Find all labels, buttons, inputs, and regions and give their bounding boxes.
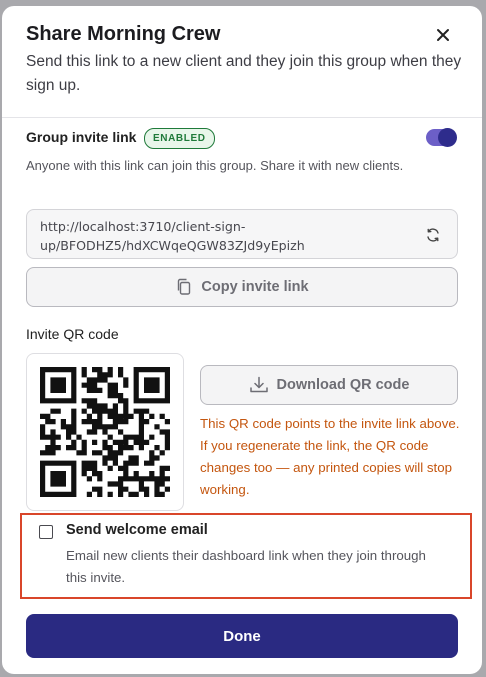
share-dialog: Share Morning Crew Send this link to a n… (2, 6, 482, 674)
toggle-knob (438, 128, 457, 147)
download-qr-code-label: Download QR code (276, 377, 410, 393)
dialog-header: Share Morning Crew Send this link to a n… (2, 6, 482, 117)
status-badge: ENABLED (144, 128, 215, 149)
header-divider (2, 117, 482, 118)
invite-link-toggle[interactable] (426, 128, 457, 147)
welcome-email-description: Email new clients their dashboard link w… (66, 548, 426, 585)
refresh-icon (427, 228, 439, 242)
qr-code-image (40, 367, 170, 497)
invite-link-description: Anyone with this link can join this grou… (26, 158, 404, 173)
done-button[interactable]: Done (26, 614, 458, 658)
copy-invite-link-label: Copy invite link (201, 279, 309, 295)
close-icon (437, 29, 449, 41)
welcome-email-checkbox[interactable] (39, 525, 53, 539)
qr-code-label: Invite QR code (26, 326, 119, 342)
invite-link-label: Group invite link (26, 129, 137, 145)
download-icon (249, 376, 268, 393)
copy-icon (178, 278, 191, 295)
welcome-email-option: Send welcome email Email new clients the… (20, 513, 472, 599)
qr-code-warning: This QR code points to the invite link a… (200, 416, 460, 497)
qr-code-frame (26, 353, 184, 511)
invite-url: http://localhost:3710/client-sign-up/BFO… (40, 219, 305, 253)
done-button-label: Done (223, 627, 261, 645)
invite-url-field[interactable]: http://localhost:3710/client-sign-up/BFO… (26, 209, 458, 259)
close-button[interactable] (432, 24, 454, 46)
regenerate-link-button[interactable] (425, 227, 441, 243)
copy-invite-link-button[interactable]: Copy invite link (26, 267, 458, 307)
dialog-title: Share Morning Crew (26, 23, 221, 45)
welcome-email-title: Send welcome email (66, 522, 208, 538)
dialog-subtitle: Send this link to a new client and they … (26, 53, 462, 94)
download-qr-code-button[interactable]: Download QR code (200, 365, 458, 405)
